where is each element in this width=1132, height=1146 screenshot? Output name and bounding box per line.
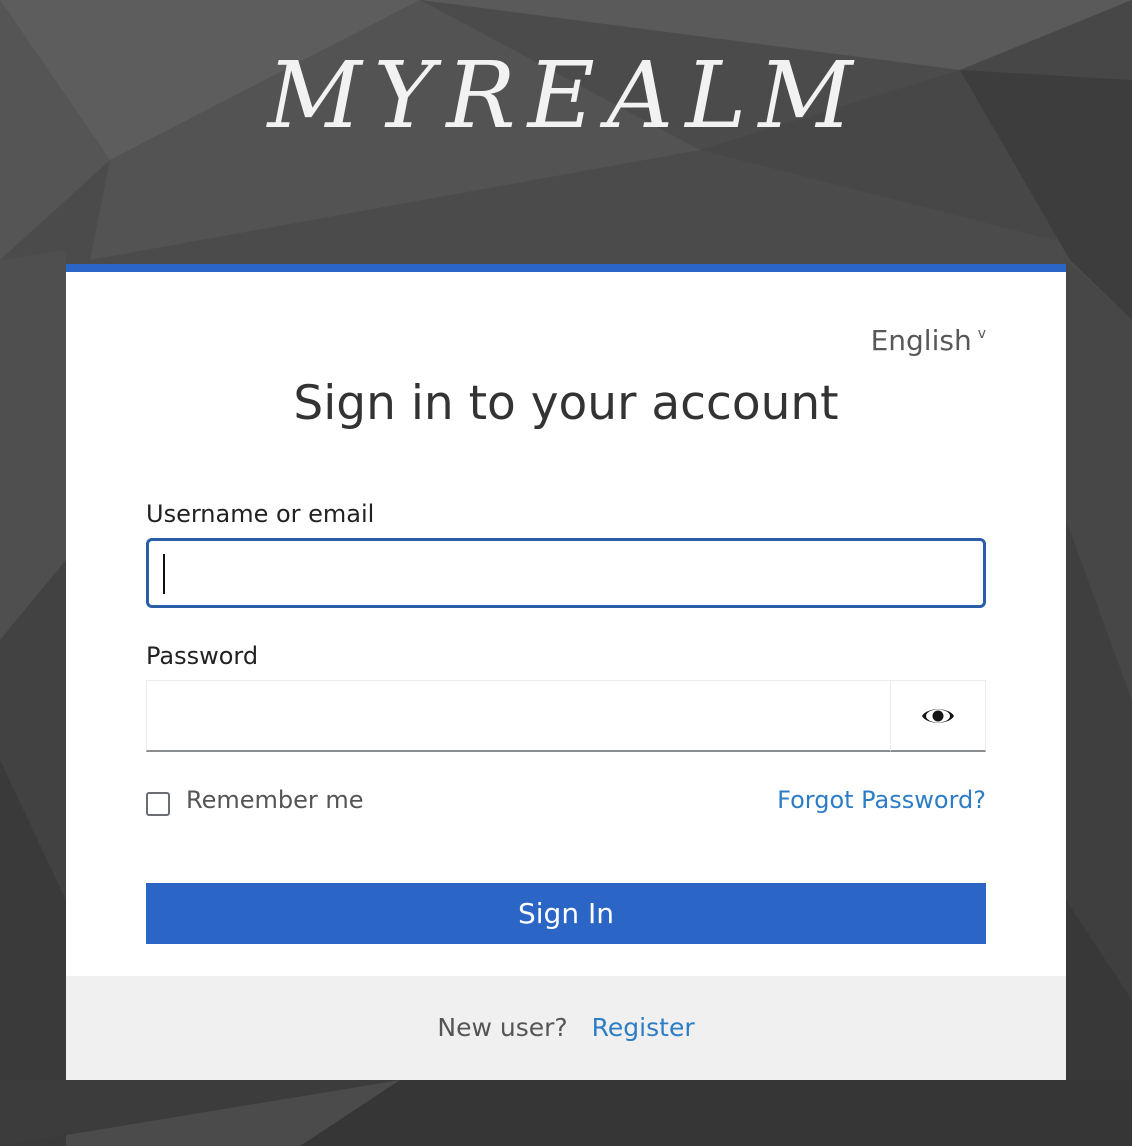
remember-me-checkbox[interactable]	[146, 792, 170, 816]
language-label: English	[870, 324, 972, 357]
password-input[interactable]	[146, 680, 891, 752]
username-input[interactable]	[146, 538, 986, 608]
realm-logo: MYREALM	[267, 42, 865, 149]
new-user-text: New user?	[437, 1013, 568, 1042]
password-label: Password	[146, 642, 259, 670]
eye-icon	[922, 708, 954, 723]
forgot-password-link[interactable]: Forgot Password?	[777, 786, 986, 814]
language-selector[interactable]: English v	[871, 324, 986, 357]
register-link[interactable]: Register	[592, 1013, 695, 1042]
registration-footer: New user? Register	[66, 976, 1066, 1080]
chevron-down-icon: v	[977, 326, 986, 342]
sign-in-button[interactable]: Sign In	[146, 883, 986, 944]
remember-me-label[interactable]: Remember me	[186, 786, 364, 814]
show-password-button[interactable]	[890, 680, 986, 752]
login-card: English v Sign in to your account Usernam…	[66, 264, 1066, 1080]
username-label: Username or email	[146, 500, 375, 528]
page-title: Sign in to your account	[293, 376, 839, 431]
text-cursor	[163, 554, 165, 594]
